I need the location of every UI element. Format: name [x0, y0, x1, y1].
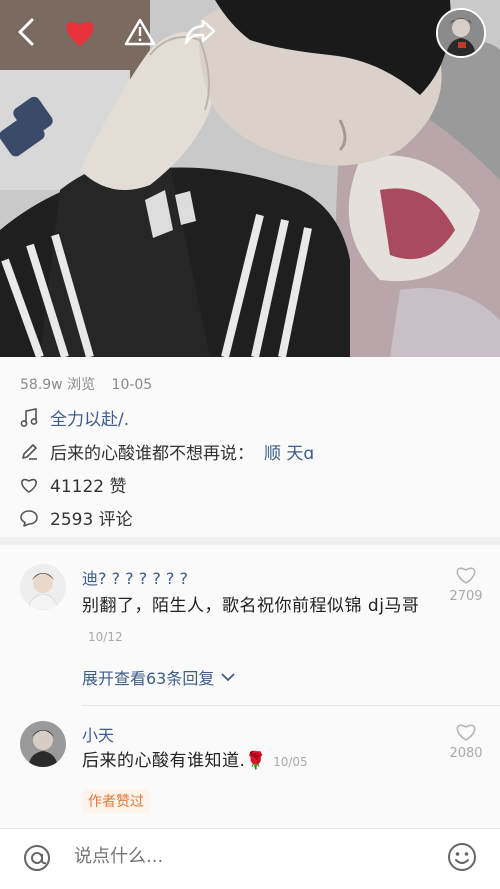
comment-body: 后来的心酸有谁知道.🌹 — [82, 751, 268, 771]
commenter-name[interactable]: 小天 — [82, 722, 114, 746]
post-photo[interactable] — [0, 0, 500, 357]
author-avatar[interactable] — [436, 8, 486, 58]
like-heart-icon — [456, 567, 476, 584]
chevron-down-icon — [221, 673, 236, 682]
comment-body: 别翻了，陌生人，歌名祝你前程似锦 dj马哥 — [82, 596, 420, 616]
heart-icon[interactable] — [60, 12, 100, 52]
post-date: 10-05 — [111, 377, 153, 393]
music-note-icon — [18, 407, 40, 429]
like-heart-icon — [456, 724, 476, 741]
comments-row: 2593 评论 — [18, 505, 133, 530]
music-row[interactable]: 全力以赴/. — [18, 405, 129, 430]
share-icon[interactable] — [180, 12, 220, 52]
commenter-avatar[interactable] — [20, 564, 66, 610]
caption-row: 后来的心酸谁都不想再说： 顺 天ɑ — [18, 439, 314, 464]
comments-list: 迪? ? ? ? ? ? ? 别翻了，陌生人，歌名祝你前程似锦 dj马哥 10/1… — [0, 545, 500, 828]
comment-date: 10/12 — [88, 630, 123, 644]
edit-pencil-icon — [18, 441, 40, 463]
comments-count: 2593 评论 — [50, 510, 133, 530]
emoji-icon[interactable] — [446, 841, 478, 877]
likes-row: 41122 赞 — [18, 472, 126, 497]
caption-mention[interactable]: 顺 天ɑ — [264, 439, 314, 464]
comment-date: 10/05 — [273, 755, 308, 769]
comment-separator — [82, 705, 500, 706]
likes-count: 41122 赞 — [50, 477, 127, 497]
at-mention-icon[interactable] — [22, 843, 52, 877]
section-divider — [0, 537, 500, 545]
caption-text: 后来的心酸谁都不想再说： — [50, 444, 254, 464]
back-arrow-icon[interactable] — [6, 12, 46, 52]
comment-like-button[interactable]: 2709 — [446, 565, 486, 604]
commenter-name[interactable]: 迪? ? ? ? ? ? ? — [82, 565, 188, 589]
author-liked-badge: 作者赞过 — [82, 789, 150, 813]
heart-outline-icon — [18, 474, 40, 496]
photo-scene — [0, 0, 500, 357]
comment-input[interactable] — [72, 845, 416, 868]
post-meta: 58.9w 浏览 10-05 — [20, 374, 164, 394]
post-info: 58.9w 浏览 10-05 全力以赴/. 后来的心酸谁都不想再说： 顺 天ɑ … — [0, 357, 500, 545]
comment-text: 后来的心酸有谁知道.🌹 10/05 — [82, 746, 442, 777]
music-title[interactable]: 全力以赴/. — [50, 405, 129, 430]
expand-replies-link[interactable]: 展开查看63条回复 — [82, 665, 236, 689]
warning-icon[interactable] — [120, 12, 160, 52]
comment-like-count: 2709 — [449, 589, 483, 604]
comment-input-bar — [0, 828, 500, 889]
comment-like-button[interactable]: 2080 — [446, 722, 486, 761]
comment-like-count: 2080 — [449, 746, 483, 761]
expand-replies-label: 展开查看63条回复 — [82, 669, 215, 688]
commenter-avatar[interactable] — [20, 721, 66, 767]
comment-text: 别翻了，陌生人，歌名祝你前程似锦 dj马哥 10/12 — [82, 591, 442, 652]
comment-bubble-icon — [18, 507, 40, 529]
view-count: 58.9w 浏览 — [20, 377, 96, 393]
